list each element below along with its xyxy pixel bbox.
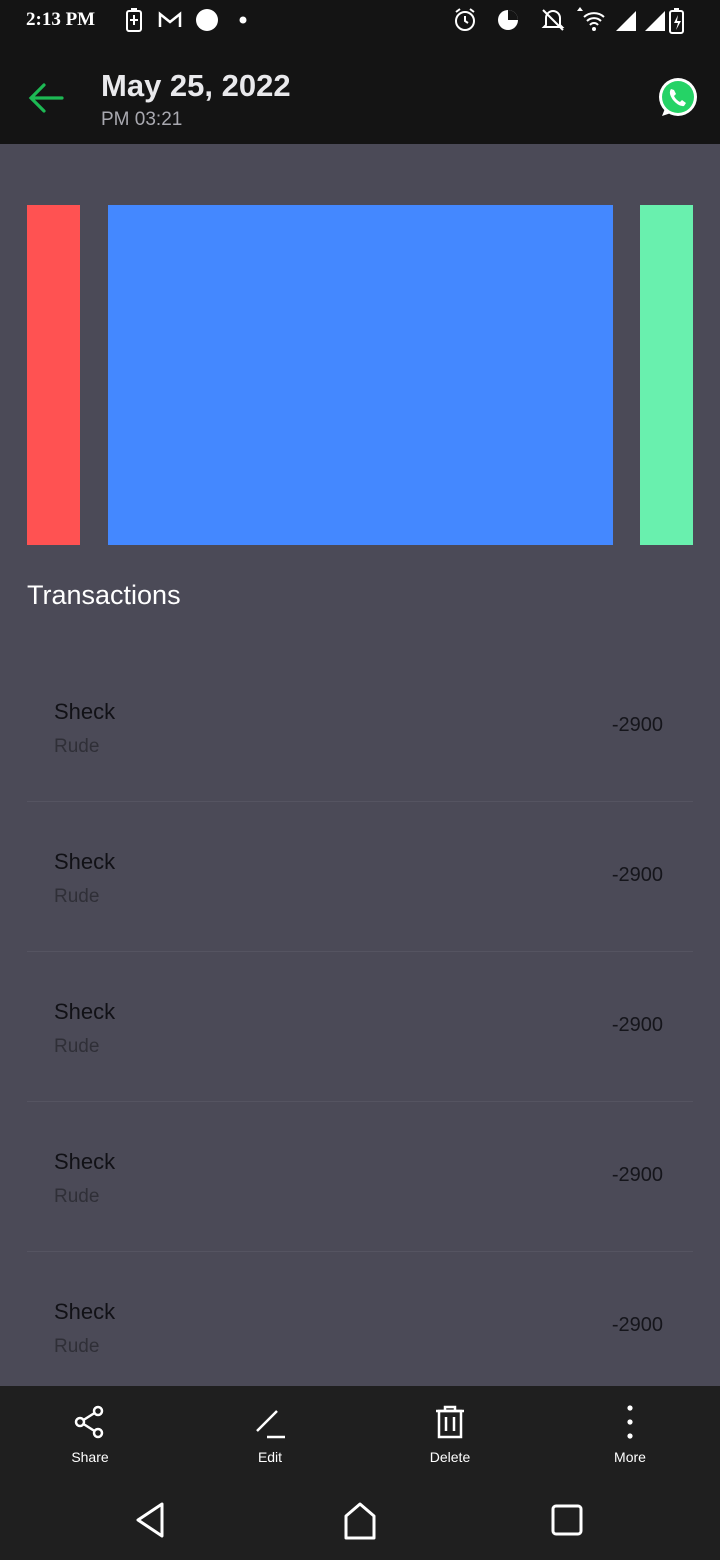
transaction-amount: -2900 <box>611 714 663 736</box>
transaction-amount: -2900 <box>611 1164 663 1186</box>
back-arrow-icon[interactable] <box>22 78 70 118</box>
app-bar: May 25, 2022 PM 03:21 <box>0 42 720 144</box>
trash-icon <box>436 1405 464 1439</box>
transaction-category: Rude <box>54 886 100 907</box>
status-bar: 2:13 PM <box>0 0 720 42</box>
page-subtitle: PM 03:21 <box>101 109 183 130</box>
home-icon[interactable] <box>336 1496 384 1544</box>
transaction-amount: -2900 <box>611 1314 663 1336</box>
transaction-name: Sheck <box>54 999 116 1024</box>
transaction-category: Rude <box>54 1036 100 1057</box>
gmail-icon <box>158 11 182 27</box>
circle-notification-icon <box>196 9 218 31</box>
more-label: More <box>614 1449 646 1465</box>
recents-square-icon[interactable] <box>543 1496 591 1544</box>
list-item[interactable]: Sheck Rude -2900 <box>27 1252 693 1402</box>
battery-charging-icon <box>669 8 684 34</box>
battery-saver-icon <box>126 8 142 32</box>
wifi-icon <box>577 7 605 31</box>
notifications-off-icon <box>541 9 565 31</box>
share-button[interactable]: Share <box>0 1386 180 1478</box>
list-item[interactable]: Sheck Rude -2900 <box>27 1102 693 1252</box>
page-title: May 25, 2022 <box>101 68 291 103</box>
share-label: Share <box>71 1449 109 1465</box>
alarm-icon <box>455 8 475 31</box>
transaction-category: Rude <box>54 1336 100 1357</box>
more-vert-icon <box>627 1405 633 1439</box>
list-item[interactable]: Sheck Rude -2900 <box>27 802 693 952</box>
delete-button[interactable]: Delete <box>360 1386 540 1478</box>
more-button[interactable]: More <box>540 1386 720 1478</box>
signal-icon <box>645 11 665 31</box>
dot-icon <box>239 16 247 24</box>
whatsapp-icon[interactable] <box>656 76 700 120</box>
back-triangle-icon[interactable] <box>126 1496 174 1544</box>
transaction-list: Sheck Rude -2900 Sheck Rude -2900 Sheck … <box>27 652 693 1402</box>
category-bar-red <box>27 205 80 545</box>
signal-icon <box>616 11 636 31</box>
list-item[interactable]: Sheck Rude -2900 <box>27 652 693 802</box>
share-icon <box>74 1405 104 1439</box>
section-title: Transactions <box>27 580 181 610</box>
edit-button[interactable]: Edit <box>180 1386 360 1478</box>
transaction-category: Rude <box>54 1186 100 1207</box>
edit-icon <box>256 1410 285 1439</box>
transaction-name: Sheck <box>54 1149 116 1174</box>
transaction-category: Rude <box>54 736 100 757</box>
transaction-name: Sheck <box>54 849 116 874</box>
transaction-name: Sheck <box>54 699 116 724</box>
bottom-action-bar: Share Edit Delete More <box>0 1386 720 1478</box>
category-bar-blue <box>108 205 613 545</box>
category-bar-green <box>640 205 693 545</box>
list-item[interactable]: Sheck Rude -2900 <box>27 952 693 1102</box>
edit-label: Edit <box>257 1449 283 1465</box>
status-time: 2:13 PM <box>26 9 96 30</box>
delete-label: Delete <box>429 1449 471 1465</box>
transaction-amount: -2900 <box>611 1014 663 1036</box>
system-nav-bar <box>0 1478 720 1560</box>
transaction-amount: -2900 <box>611 864 663 886</box>
transaction-name: Sheck <box>54 1299 116 1324</box>
data-saver-icon <box>498 10 518 30</box>
